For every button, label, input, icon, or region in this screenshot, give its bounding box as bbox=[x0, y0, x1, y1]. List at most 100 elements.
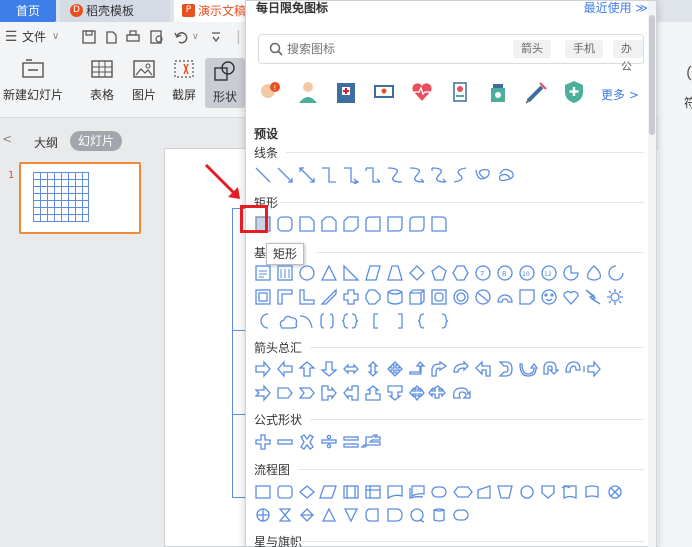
icon-search-box: 箭头 手机 办公 bbox=[258, 34, 644, 73]
daily-free-icons-title: 每日限免图标 bbox=[256, 1, 329, 15]
tab-outline[interactable]: 大纲 bbox=[34, 134, 58, 151]
shield-medical-icon[interactable] bbox=[562, 79, 586, 105]
svg-text:!: ! bbox=[274, 84, 277, 92]
rectangle-shapes-row[interactable] bbox=[254, 215, 464, 233]
pill-bottle-icon[interactable] bbox=[486, 79, 510, 105]
separator: | bbox=[236, 29, 241, 45]
image-button[interactable]: 图片 bbox=[124, 58, 164, 103]
tab-template-label: 稻壳模板 bbox=[86, 4, 135, 18]
recently-used-link[interactable]: 最近使用 ≫ bbox=[584, 0, 648, 16]
table-label: 表格 bbox=[89, 88, 114, 102]
presentation-logo-icon: P bbox=[182, 4, 195, 17]
rectangle-tooltip: 矩形 bbox=[266, 243, 305, 265]
tab-home[interactable]: 首页 bbox=[0, 0, 56, 22]
docer-logo-icon: D bbox=[70, 4, 83, 17]
collapse-panel-icon[interactable]: < bbox=[2, 132, 12, 146]
annotation-arrow-icon bbox=[204, 163, 240, 199]
clinic-icon[interactable] bbox=[448, 79, 472, 105]
print-preview-icon[interactable] bbox=[150, 30, 164, 44]
app-window: 首页 D 稻壳模板 P 演示文稿 ☰ 文件 ∨ ∨ | 新建幻灯片 表格 图片 … bbox=[0, 0, 692, 547]
image-icon bbox=[133, 60, 155, 78]
line-shapes-row[interactable] bbox=[254, 166, 524, 184]
user-alert-icon[interactable]: ! bbox=[258, 79, 282, 105]
svg-text:7: 7 bbox=[480, 270, 484, 278]
tab-template[interactable]: D 稻壳模板 bbox=[60, 0, 170, 22]
divider bbox=[280, 202, 644, 203]
basic-shapes-row-1[interactable]: 7 8 10 12 bbox=[254, 264, 644, 282]
screenshot-button[interactable]: 截屏 bbox=[164, 58, 204, 103]
section-stars-banners: 星与旗帜 bbox=[254, 535, 303, 547]
new-slide-button[interactable]: 新建幻灯片 bbox=[2, 58, 64, 103]
tab-presentation-label: 演示文稿 bbox=[198, 4, 247, 18]
chip-office[interactable]: 办公 bbox=[613, 40, 643, 73]
shape-icon bbox=[214, 61, 235, 81]
svg-text:12: 12 bbox=[544, 271, 552, 278]
arrow-shapes-row-1[interactable] bbox=[254, 360, 644, 378]
customize-toolbar-icon[interactable] bbox=[210, 30, 222, 44]
save-icon[interactable] bbox=[82, 30, 96, 44]
new-slide-icon bbox=[22, 59, 44, 78]
preset-heading: 预设 bbox=[254, 127, 279, 141]
file-menu[interactable]: 文件 bbox=[22, 28, 46, 46]
panel-scrollbar[interactable] bbox=[648, 1, 656, 547]
section-flowchart: 流程图 bbox=[254, 463, 291, 477]
divider bbox=[286, 152, 644, 153]
divider bbox=[310, 347, 644, 348]
bracket-branch bbox=[232, 330, 246, 331]
export-pdf-icon[interactable] bbox=[104, 30, 118, 44]
slide-panel: < 大纲 幻灯片 1 bbox=[0, 118, 150, 547]
basic-shapes-row-2[interactable] bbox=[254, 288, 644, 306]
thumbnail-table-graphic bbox=[33, 172, 89, 222]
file-menu-arrow-icon[interactable]: ∨ bbox=[52, 28, 59, 46]
print-icon[interactable] bbox=[126, 30, 140, 44]
divider bbox=[316, 252, 644, 253]
arrow-shapes-row-2[interactable] bbox=[254, 384, 514, 402]
symbol-label: 符 bbox=[684, 96, 692, 110]
online-consult-icon[interactable] bbox=[372, 79, 396, 105]
slide-number: 1 bbox=[8, 170, 15, 181]
symbol-icon bbox=[687, 65, 692, 81]
chip-phone[interactable]: 手机 bbox=[565, 40, 603, 58]
table-icon bbox=[91, 60, 113, 78]
new-slide-label: 新建幻灯片 bbox=[2, 88, 63, 102]
table-button[interactable]: 表格 bbox=[82, 58, 122, 103]
section-equation-shapes: 公式形状 bbox=[254, 413, 303, 427]
screenshot-icon bbox=[174, 60, 194, 78]
free-icon-row: ! bbox=[256, 79, 648, 107]
menu-row: ☰ 文件 ∨ ∨ | bbox=[0, 22, 250, 52]
section-lines: 线条 bbox=[254, 146, 279, 160]
right-ribbon-area: 符 bbox=[658, 22, 692, 547]
more-icons-link[interactable]: 更多 > bbox=[601, 86, 639, 103]
undo-icon[interactable] bbox=[174, 30, 188, 44]
slide-thumbnail[interactable] bbox=[19, 162, 141, 234]
flowchart-shapes-row-1[interactable] bbox=[254, 483, 644, 501]
tab-presentation[interactable]: P 演示文稿 bbox=[174, 0, 254, 22]
bracket-branch bbox=[232, 414, 246, 415]
svg-text:10: 10 bbox=[522, 271, 530, 278]
svg-text:8: 8 bbox=[502, 270, 506, 278]
hamburger-menu-icon[interactable]: ☰ bbox=[4, 29, 18, 45]
chip-arrows[interactable]: 箭头 bbox=[513, 40, 551, 58]
equation-shapes-row[interactable] bbox=[254, 433, 394, 451]
tab-slides[interactable]: 幻灯片 bbox=[70, 131, 123, 151]
divider bbox=[298, 541, 644, 542]
section-basic-shapes: 基 bbox=[254, 246, 267, 260]
search-icon bbox=[269, 42, 283, 56]
divider bbox=[298, 469, 644, 470]
divider bbox=[310, 419, 644, 420]
scrollbar-thumb[interactable] bbox=[649, 15, 655, 135]
flowchart-shapes-row-2[interactable] bbox=[254, 506, 514, 524]
rectangle-selection-highlight bbox=[240, 205, 268, 233]
image-label: 图片 bbox=[131, 88, 156, 102]
shape-button[interactable]: 形状 bbox=[205, 58, 245, 108]
undo-dropdown-icon[interactable]: ∨ bbox=[192, 28, 199, 46]
hospital-icon[interactable] bbox=[334, 79, 358, 105]
doctor-icon[interactable] bbox=[296, 79, 320, 105]
syringe-icon[interactable] bbox=[524, 79, 548, 105]
section-block-arrows: 箭头总汇 bbox=[254, 341, 303, 355]
screenshot-label: 截屏 bbox=[171, 88, 196, 102]
search-input[interactable] bbox=[287, 41, 487, 57]
shapes-dropdown: 每日限免图标 最近使用 ≫ 箭头 手机 办公 ! 更多 > 预设 线条 bbox=[240, 0, 657, 547]
heart-monitor-icon[interactable] bbox=[410, 79, 434, 105]
basic-shapes-row-3[interactable] bbox=[254, 312, 484, 330]
